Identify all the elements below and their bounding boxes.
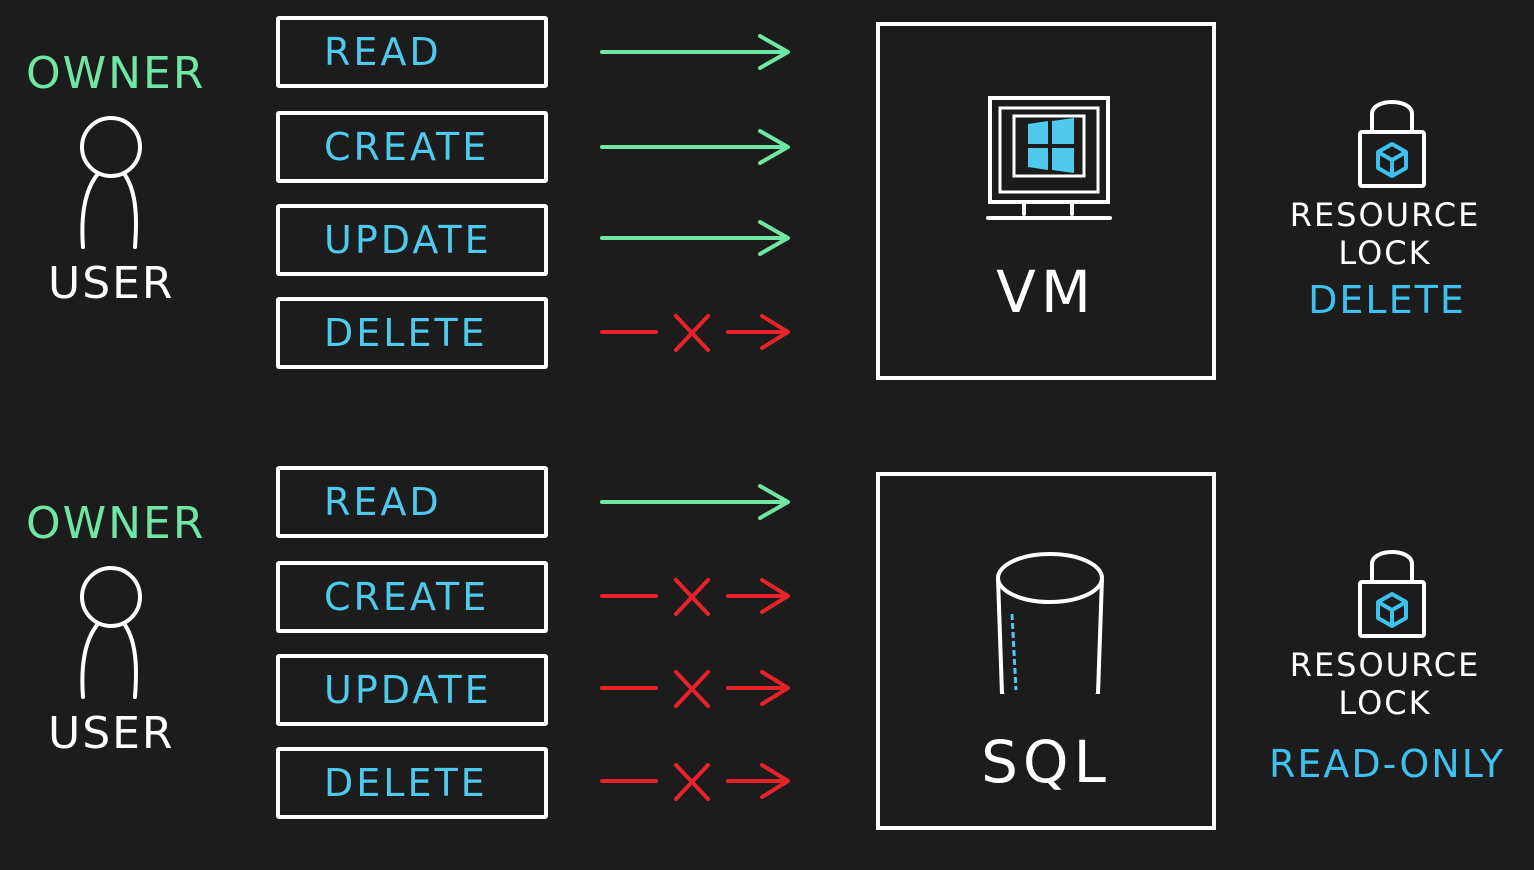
role-label: OWNER [26, 498, 206, 549]
blocked-arrow-icon [600, 578, 790, 616]
allowed-arrow-icon [600, 129, 790, 165]
user-label: USER [48, 258, 175, 309]
resource-sql-box: SQL [876, 472, 1216, 830]
blocked-arrow-icon [600, 314, 790, 352]
resource-vm-box: VM [876, 22, 1216, 380]
blocked-arrow-icon [600, 670, 790, 708]
operation-read: READ [276, 466, 548, 538]
operation-create: CREATE [276, 561, 548, 633]
lock-mode-label: READ-ONLY [1268, 742, 1506, 786]
operation-update: UPDATE [276, 654, 548, 726]
operation-create: CREATE [276, 111, 548, 183]
resource-label: SQL [981, 728, 1111, 796]
lock-title: RESOURCE LOCK [1289, 646, 1481, 722]
panel-vm-delete-lock: OWNER USER READ CREATE UPDATE DELETE VM [0, 0, 1534, 420]
blocked-arrow-icon [600, 763, 790, 801]
user-figure-icon [80, 116, 142, 249]
allowed-arrow-icon [600, 484, 790, 520]
padlock-icon [1358, 550, 1426, 638]
user-label: USER [48, 708, 175, 759]
operation-delete: DELETE [276, 747, 548, 819]
windows-monitor-icon [986, 96, 1112, 220]
allowed-arrow-icon [600, 34, 790, 70]
lock-mode-label: DELETE [1308, 278, 1466, 322]
operation-delete: DELETE [276, 297, 548, 369]
panel-sql-readonly-lock: OWNER USER READ CREATE UPDATE DELETE SQL… [0, 450, 1534, 870]
padlock-icon [1358, 100, 1426, 188]
database-icon [996, 552, 1104, 694]
resource-label: VM [996, 258, 1096, 326]
operation-read: READ [276, 16, 548, 88]
lock-title: RESOURCE LOCK [1289, 196, 1481, 272]
allowed-arrow-icon [600, 220, 790, 256]
operation-update: UPDATE [276, 204, 548, 276]
user-figure-icon [80, 566, 142, 699]
role-label: OWNER [26, 48, 206, 99]
